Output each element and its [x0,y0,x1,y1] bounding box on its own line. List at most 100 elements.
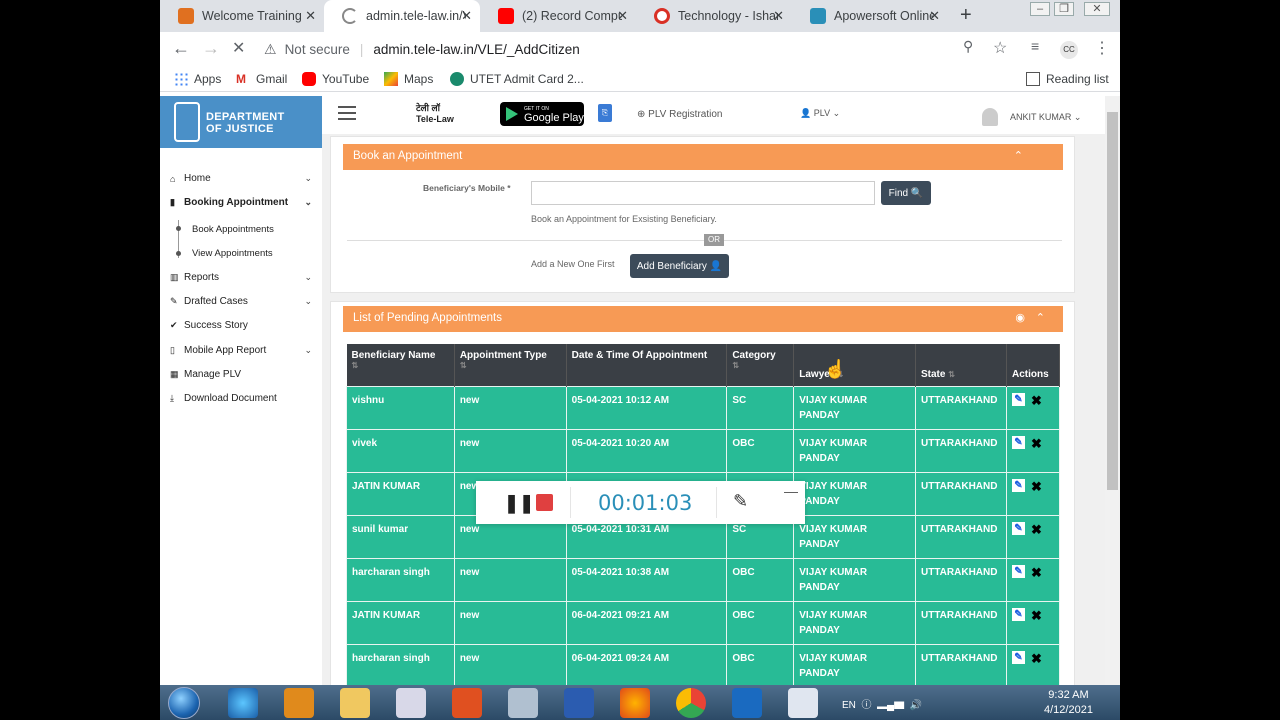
bookmark-utet[interactable]: UTET Admit Card 2... [450,72,584,86]
tab-admin-tele-law[interactable]: admin.tele-law.in/V ✕ [324,0,480,32]
close-tab-icon[interactable]: ✕ [773,8,784,24]
plv-dropdown[interactable]: 👤 PLV ⌄ [800,108,840,119]
tab-welcome-training[interactable]: Welcome Training ✕ [160,0,324,32]
column-header[interactable]: Lawyer ⇅ [793,344,916,386]
firefox-icon[interactable] [620,688,650,718]
new-tab-button[interactable]: + [960,4,972,27]
sidebar-item-manage-plv[interactable]: ▦ Manage PLV [170,369,312,380]
sidebar-item-download-document[interactable]: ⤓ Download Document [170,393,312,404]
sort-icon[interactable]: ⇅ [948,370,955,379]
apowersoft-taskbar-icon[interactable] [732,688,762,718]
system-clock[interactable]: 9:32 AM 4/12/2021 [1044,688,1093,718]
vertical-scrollbar[interactable] [1105,96,1120,685]
sort-icon[interactable]: ⇅ [352,361,449,370]
book-appointment-header[interactable]: Book an Appointment ⌃ [343,144,1063,170]
pause-button[interactable]: ❚❚ [504,493,534,514]
close-tab-icon[interactable]: ✕ [617,8,628,24]
close-tab-icon[interactable]: ✕ [305,8,316,24]
close-tab-icon[interactable]: ✕ [929,8,940,24]
sidebar-item-home[interactable]: ⌂ Home ⌄ [170,173,312,184]
sidebar-item-booking-appointment[interactable]: ▮ Booking Appointment ⌄ [170,197,312,208]
pdf-icon[interactable]: ⎘ [598,104,612,122]
delete-icon[interactable]: ✖ [1031,436,1042,451]
add-beneficiary-button[interactable]: Add Beneficiary 👤 [630,254,729,278]
edit-icon[interactable]: ✎ [1011,564,1025,578]
audio-app-icon[interactable] [508,688,538,718]
snipping-tool-icon[interactable] [396,688,426,718]
user-menu[interactable]: ANKIT KUMAR ⌄ [982,108,1081,126]
delete-icon[interactable]: ✖ [1031,608,1042,623]
google-play-badge[interactable]: GET IT ON Google Play [500,102,584,126]
profile-avatar[interactable]: CC [1060,41,1078,59]
burner-app-icon[interactable] [452,688,482,718]
file-explorer-icon[interactable] [340,688,370,718]
column-header[interactable]: Category ⇅ [726,344,795,386]
tab-record-computer[interactable]: (2) Record Comput ✕ [480,0,636,32]
omnibox[interactable]: ⚠ Not secure | admin.tele-law.in/VLE/_Ad… [264,35,1024,63]
internet-explorer-icon[interactable] [228,688,258,718]
tele-law-logo[interactable]: टेली लॉ Tele-Law [416,103,454,125]
forward-button[interactable]: → [202,38,220,59]
column-header[interactable]: Date & Time Of Appointment [566,344,728,386]
delete-icon[interactable]: ✖ [1031,522,1042,537]
annotate-pen-icon[interactable]: ✎ [733,491,748,512]
language-indicator[interactable]: EN [842,700,856,711]
maximize-window-button[interactable]: ❐ [1054,2,1074,16]
bookmark-apps[interactable]: Apps [174,72,221,86]
chevron-up-icon[interactable]: ⌃ [1036,311,1045,324]
column-header[interactable]: State ⇅ [915,344,1007,386]
sidebar-subitem-view-appointments[interactable]: View Appointments [192,248,273,259]
stop-record-button[interactable] [536,494,553,511]
url-text[interactable]: admin.tele-law.in/VLE/_AddCitizen [373,42,579,57]
bookmark-youtube[interactable]: YouTube [302,72,369,86]
media-player-icon[interactable] [284,688,314,718]
reading-list-button[interactable]: Reading list [1026,72,1109,86]
edit-icon[interactable]: ✎ [1011,478,1025,492]
chrome-menu-icon[interactable]: ⋮ [1094,38,1110,58]
sidebar-subitem-book-appointments[interactable]: Book Appointments [192,224,274,235]
edit-icon[interactable]: ✎ [1011,607,1025,621]
back-button[interactable]: ← [172,38,190,59]
edit-icon[interactable]: ✎ [1011,392,1025,406]
delete-icon[interactable]: ✖ [1031,565,1042,580]
chrome-icon[interactable] [676,688,706,718]
edit-icon[interactable]: ✎ [1011,435,1025,449]
sidebar-item-success-story[interactable]: ✔ Success Story [170,320,312,331]
sort-icon[interactable]: ⇅ [732,361,788,370]
bookmark-star-icon[interactable]: ☆ [993,38,1007,58]
chevron-up-icon[interactable]: ⌃ [1014,149,1023,162]
column-header[interactable]: Beneficiary Name ⇅ [346,344,455,386]
minimize-recorder-button[interactable]: — [784,483,798,499]
eye-icon[interactable]: ◉ [1015,311,1025,324]
word-icon[interactable] [564,688,594,718]
delete-icon[interactable]: ✖ [1031,651,1042,666]
bookmark-maps[interactable]: Maps [384,72,433,86]
sidebar-item-drafted-cases[interactable]: ✎ Drafted Cases ⌄ [170,296,312,307]
sort-icon[interactable]: ⇅ [460,361,561,370]
delete-icon[interactable]: ✖ [1031,393,1042,408]
edit-icon[interactable]: ✎ [1011,521,1025,535]
department-of-justice-logo[interactable]: DEPARTMENT OF JUSTICE [160,96,322,148]
edit-icon[interactable]: ✎ [1011,650,1025,664]
tab-technology-ishan[interactable]: Technology - Ishan ✕ [636,0,792,32]
minimize-window-button[interactable]: – [1030,2,1050,16]
scrollbar-thumb[interactable] [1107,112,1118,490]
tab-apowersoft[interactable]: Apowersoft Online ✕ [792,0,948,32]
plv-registration-link[interactable]: ⊕ PLV Registration [637,109,722,120]
close-tab-icon[interactable]: ✕ [461,8,472,24]
media-controls-icon[interactable]: ≡ [1031,38,1039,54]
bookmark-gmail[interactable]: M Gmail [236,72,287,86]
pending-appointments-header[interactable]: List of Pending Appointments ⌃ ◉ [343,306,1063,332]
hamburger-menu-icon[interactable] [338,106,356,120]
network-icon[interactable]: ▂▄▆ [874,700,904,711]
zoom-search-icon[interactable]: ⚲ [963,38,973,55]
security-indicator[interactable]: Not secure [285,42,350,57]
column-header[interactable]: Appointment Type ⇅ [454,344,567,386]
start-button[interactable] [168,687,200,719]
stop-loading-button[interactable]: ✕ [232,38,245,58]
sidebar-item-reports[interactable]: ▥ Reports ⌄ [170,272,312,283]
delete-icon[interactable]: ✖ [1031,479,1042,494]
find-button[interactable]: Find 🔍 [881,181,931,205]
help-icon[interactable]: ⓘ [859,700,871,711]
close-window-button[interactable]: ✕ [1084,2,1110,16]
